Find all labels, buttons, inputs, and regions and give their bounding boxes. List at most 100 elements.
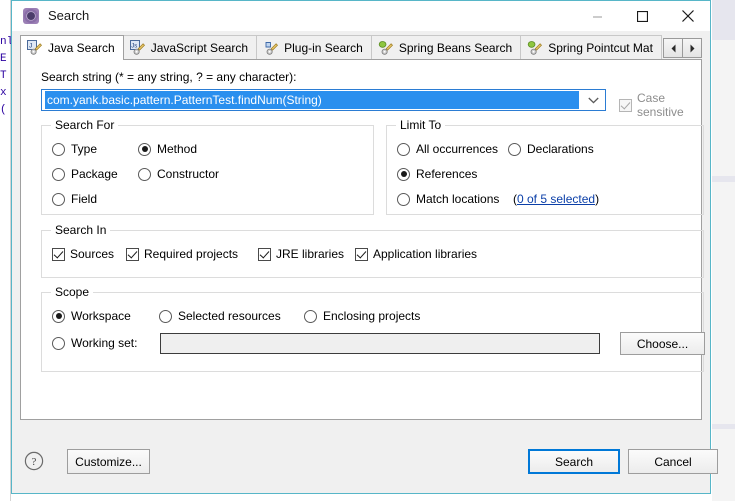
radio-glyph: [159, 309, 172, 323]
tab-spring-pointcut-search[interactable]: Spring Pointcut Mat: [520, 35, 662, 59]
minimize-icon[interactable]: [575, 1, 620, 31]
checkbox-glyph: [619, 98, 632, 112]
option-label: Constructor: [157, 167, 220, 181]
spring-pointcut-search-icon: [527, 40, 543, 56]
match-locations-link[interactable]: (0 of 5 selected): [513, 192, 599, 206]
checkbox-search-in-application-libraries[interactable]: Application libraries: [355, 247, 477, 261]
radio-glyph: [138, 142, 151, 156]
dialog-footer: ? Customize... Search Cancel: [12, 429, 718, 493]
javascript-search-icon: Js: [129, 39, 146, 56]
option-label: Method: [157, 142, 198, 156]
link-close-paren: ): [595, 192, 600, 206]
radio-glyph: [397, 192, 410, 206]
radio-glyph: [304, 309, 317, 323]
radio-glyph: [508, 142, 521, 156]
radio-search-for-constructor[interactable]: Constructor: [138, 167, 219, 181]
case-sensitive-checkbox[interactable]: Case sensitive: [619, 91, 701, 119]
radio-scope-working-set[interactable]: Working set:: [52, 336, 137, 350]
search-string-label: Search string (* = any string, ? = any c…: [41, 70, 297, 84]
dialog-title: Search: [48, 8, 90, 23]
chevron-right-icon[interactable]: [682, 38, 702, 58]
radio-scope-workspace[interactable]: Workspace: [52, 309, 131, 323]
option-label: Declarations: [527, 142, 594, 156]
checkbox-search-in-sources[interactable]: Sources: [52, 247, 114, 261]
scope-group: Scope Workspace Selected resources Enclo…: [41, 285, 705, 372]
radio-scope-enclosing-projects[interactable]: Enclosing projects: [304, 309, 420, 323]
limit-to-group: Limit To All occurrences Declarations Re…: [386, 118, 704, 215]
svg-text:J: J: [29, 43, 32, 50]
option-label: Field: [71, 192, 98, 206]
radio-glyph: [52, 167, 65, 181]
checkbox-search-in-jre-libraries[interactable]: JRE libraries: [258, 247, 344, 261]
cancel-button[interactable]: Cancel: [628, 449, 718, 474]
option-label: All occurrences: [416, 142, 499, 156]
editor-right-overview-ruler: [712, 0, 735, 501]
search-button[interactable]: Search: [528, 449, 620, 474]
chevron-down-icon[interactable]: [581, 90, 605, 110]
customize-button[interactable]: Customize...: [67, 449, 150, 474]
close-icon[interactable]: [665, 1, 710, 31]
option-label: Workspace: [71, 309, 131, 323]
radio-glyph: [52, 336, 65, 350]
java-search-icon: J: [27, 40, 43, 56]
search-string-input[interactable]: com.yank.basic.pattern.PatternTest.findN…: [45, 91, 579, 109]
tab-label: JavaScript Search: [150, 40, 249, 55]
tab-java-search[interactable]: J Java Search: [20, 35, 124, 60]
svg-text:?: ?: [32, 456, 37, 468]
search-in-group: Search In Sources Required projects JRE …: [41, 223, 704, 278]
search-gear-icon: [23, 8, 39, 24]
tab-javascript-search[interactable]: Js JavaScript Search: [122, 35, 258, 59]
radio-glyph: [52, 192, 65, 206]
link-text[interactable]: 0 of 5 selected: [517, 192, 595, 206]
tab-scroll-controls: [663, 38, 702, 58]
tab-label: Java Search: [48, 41, 115, 55]
radio-search-for-method[interactable]: Method: [138, 142, 197, 156]
limit-to-title: Limit To: [396, 118, 446, 132]
radio-search-for-type[interactable]: Type: [52, 142, 97, 156]
search-for-title: Search For: [51, 118, 119, 132]
scope-title: Scope: [51, 285, 94, 299]
option-label: Selected resources: [178, 309, 281, 323]
spring-beans-search-icon: [378, 40, 394, 56]
radio-limit-to-match-locations[interactable]: Match locations: [397, 192, 499, 206]
tab-plugin-search[interactable]: Plug-in Search: [256, 35, 372, 59]
editor-code-text: nl E T x (: [0, 36, 11, 116]
plugin-search-icon: [263, 40, 279, 56]
checkbox-glyph: [126, 247, 139, 261]
search-string-combo[interactable]: com.yank.basic.pattern.PatternTest.findN…: [41, 89, 606, 111]
tab-label: Spring Beans Search: [398, 40, 513, 55]
radio-limit-to-declarations[interactable]: Declarations: [508, 142, 594, 156]
radio-limit-to-all-occurrences[interactable]: All occurrences: [397, 142, 498, 156]
radio-glyph: [52, 309, 65, 323]
tab-label: Plug-in Search: [284, 40, 363, 55]
dialog-titlebar[interactable]: Search: [12, 1, 710, 31]
checkbox-glyph: [52, 247, 65, 261]
option-label: Working set:: [71, 336, 138, 350]
option-label: Required projects: [144, 247, 239, 261]
tab-label: Spring Pointcut Mat: [548, 40, 653, 55]
choose-button[interactable]: Choose...: [620, 332, 705, 355]
radio-glyph: [397, 167, 410, 181]
window-controls: [575, 1, 710, 31]
tab-spring-beans-search[interactable]: Spring Beans Search: [370, 35, 522, 59]
radio-glyph: [138, 167, 151, 181]
radio-glyph: [397, 142, 410, 156]
checkbox-glyph: [258, 247, 271, 261]
option-label: Application libraries: [373, 247, 478, 261]
radio-search-for-field[interactable]: Field: [52, 192, 97, 206]
working-set-input[interactable]: [160, 333, 600, 354]
radio-search-for-package[interactable]: Package: [52, 167, 118, 181]
help-icon[interactable]: ?: [24, 451, 44, 471]
search-tabs: J Java Search Js JavaScript Search Plug-…: [20, 33, 702, 60]
java-search-panel: Search string (* = any string, ? = any c…: [20, 60, 705, 420]
radio-limit-to-references[interactable]: References: [397, 167, 477, 181]
chevron-left-icon[interactable]: [663, 38, 683, 58]
checkbox-glyph: [355, 247, 368, 261]
svg-text:Js: Js: [131, 43, 137, 49]
option-label: Sources: [70, 247, 115, 261]
option-label: Type: [71, 142, 98, 156]
maximize-icon[interactable]: [620, 1, 665, 31]
radio-scope-selected-resources[interactable]: Selected resources: [159, 309, 281, 323]
option-label: Enclosing projects: [323, 309, 421, 323]
checkbox-search-in-required-projects[interactable]: Required projects: [126, 247, 238, 261]
